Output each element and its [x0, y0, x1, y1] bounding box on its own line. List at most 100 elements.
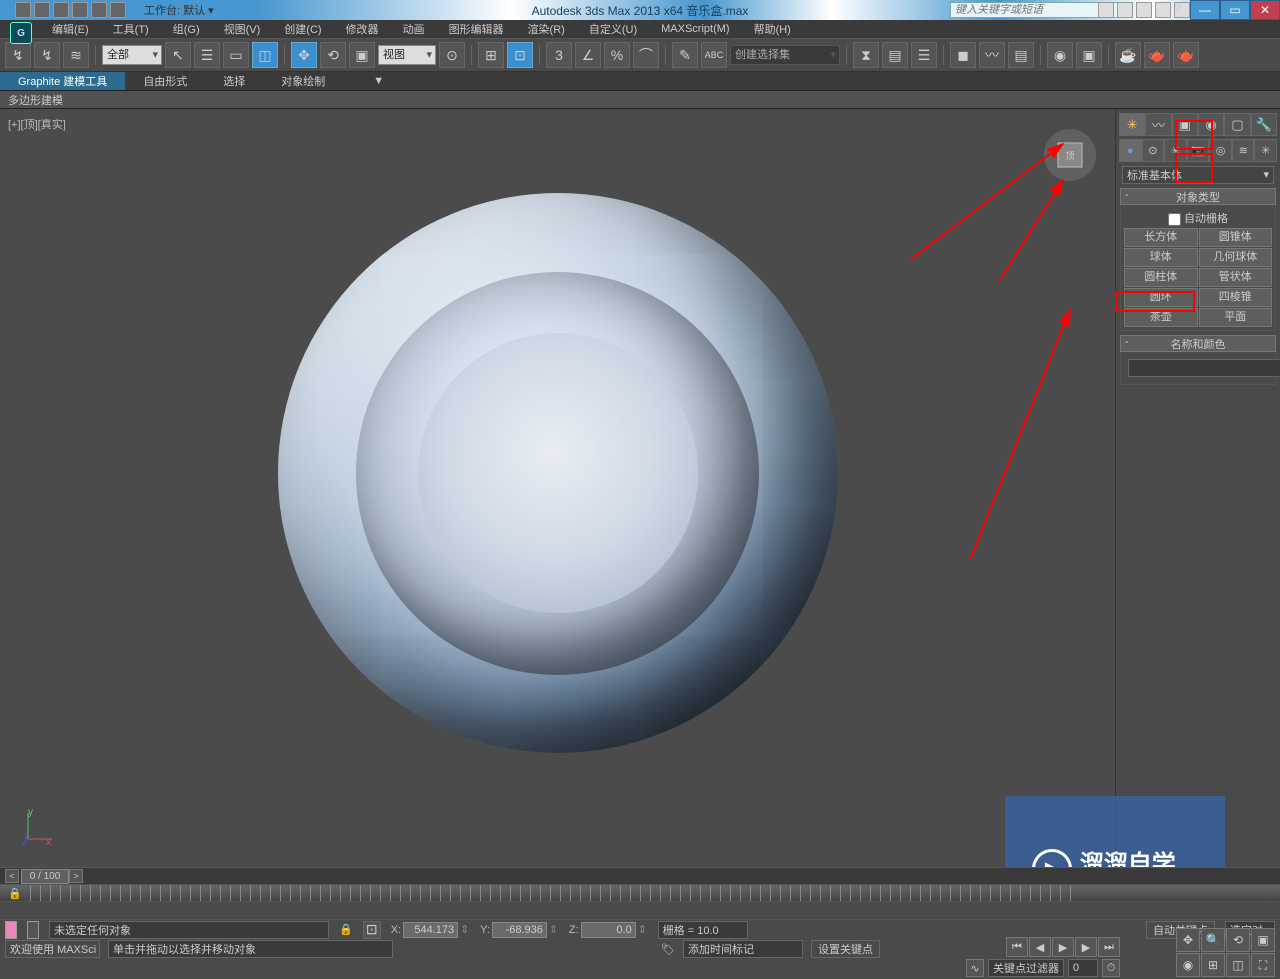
activeshade-icon[interactable]: 🫖	[1173, 42, 1199, 68]
systems-subtab-icon[interactable]: ✳	[1254, 139, 1277, 162]
shapes-subtab-icon[interactable]: ⊙	[1142, 139, 1165, 162]
save-icon[interactable]	[53, 2, 69, 18]
primitive-torus[interactable]: 圆环	[1124, 288, 1198, 307]
snap-3-icon[interactable]: 3	[546, 42, 572, 68]
unlink-icon[interactable]: ↯	[5, 42, 31, 68]
lights-subtab-icon[interactable]: ☀	[1164, 139, 1187, 162]
keyshot-icon[interactable]: ⊡	[507, 42, 533, 68]
search-input[interactable]	[950, 2, 1120, 18]
helpers-subtab-icon[interactable]: ◎	[1209, 139, 1232, 162]
menu-edit[interactable]: 编辑(E)	[40, 21, 101, 37]
modify-tab-icon[interactable]: 〰	[1145, 113, 1171, 136]
primitive-sphere[interactable]: 球体	[1124, 248, 1198, 267]
scale-icon[interactable]: ▣	[349, 42, 375, 68]
hierarchy-tab-icon[interactable]: ▣	[1172, 113, 1198, 136]
workspace-dropdown[interactable]: 工作台: 默认	[144, 2, 205, 18]
key-mode-icon[interactable]	[5, 921, 17, 939]
spinner-snap-icon[interactable]: ⌒	[633, 42, 659, 68]
time-config-icon[interactable]: ⏱	[1102, 959, 1120, 977]
prev-frame-icon[interactable]: <	[5, 869, 19, 883]
menu-create[interactable]: 创建(C)	[272, 21, 333, 37]
next-key-icon[interactable]: ▶	[1075, 937, 1097, 957]
material-editor-icon[interactable]: ▤	[1008, 42, 1034, 68]
prev-key-icon[interactable]: ◀	[1029, 937, 1051, 957]
category-dropdown[interactable]: 标准基本体	[1122, 166, 1274, 184]
track-bar[interactable]: 🔒	[0, 884, 1280, 901]
help-icon[interactable]: ?	[1174, 2, 1190, 18]
project-icon[interactable]	[110, 2, 126, 18]
menu-customize[interactable]: 自定义(U)	[577, 21, 649, 37]
lock-icon[interactable]: 🔒	[8, 887, 22, 900]
orbit-icon[interactable]: ⟲	[1226, 928, 1250, 952]
graphite-panel-label[interactable]: 多边形建模	[0, 91, 1280, 109]
zoom-icon[interactable]: 🔍	[1201, 928, 1225, 952]
z-coord-input[interactable]: 0.0	[581, 922, 636, 938]
redo-icon[interactable]	[91, 2, 107, 18]
rendered-frame-icon[interactable]: ▣	[1076, 42, 1102, 68]
geometry-subtab-icon[interactable]: ●	[1119, 139, 1142, 162]
y-coord-input[interactable]: -68.936	[492, 922, 547, 938]
zoom-extents-icon[interactable]: ◉	[1176, 953, 1200, 977]
new-icon[interactable]	[15, 2, 31, 18]
render-production-icon[interactable]: ☕	[1115, 42, 1141, 68]
primitive-geosphere[interactable]: 几何球体	[1199, 248, 1273, 267]
maxscript-listener[interactable]: 欢迎使用 MAXSci	[5, 940, 100, 958]
lock-selection-icon[interactable]: 🔒	[339, 923, 353, 936]
region-zoom-icon[interactable]: ◫	[1226, 953, 1250, 977]
display-tab-icon[interactable]: ▢	[1224, 113, 1250, 136]
spelling-icon[interactable]: ABC	[701, 42, 727, 68]
create-tab-icon[interactable]: ✳	[1119, 113, 1145, 136]
edit-named-sel-icon[interactable]: ✎	[672, 42, 698, 68]
play-icon[interactable]: ▶	[1052, 937, 1074, 957]
open-icon[interactable]	[34, 2, 50, 18]
manipulate-icon[interactable]: ⊞	[478, 42, 504, 68]
selection-filter-combo[interactable]: 全部	[102, 45, 162, 65]
primitive-box[interactable]: 长方体	[1124, 228, 1198, 247]
primitive-cone[interactable]: 圆锥体	[1199, 228, 1273, 247]
menu-group[interactable]: 组(G)	[161, 21, 212, 37]
primitive-tube[interactable]: 管状体	[1199, 268, 1273, 287]
isolate-icon[interactable]: ⊡	[363, 921, 381, 939]
app-logo[interactable]: G	[10, 22, 32, 44]
utilities-tab-icon[interactable]: 🔧	[1251, 113, 1277, 136]
render-iterative-icon[interactable]: 🫖	[1144, 42, 1170, 68]
key-graph-icon[interactable]: ∿	[966, 959, 984, 977]
key-mode2-icon[interactable]	[27, 921, 39, 939]
ref-coord-combo[interactable]: 视图	[378, 45, 436, 65]
ribbon-tab-selection[interactable]: 选择	[205, 72, 263, 90]
primitive-pyramid[interactable]: 四棱锥	[1199, 288, 1273, 307]
ribbon-tab-paint[interactable]: 对象绘制	[263, 72, 343, 90]
max-toggle-icon[interactable]: ⛶	[1251, 953, 1275, 977]
minimize-button[interactable]: —	[1190, 0, 1220, 20]
sign-in-icon[interactable]	[1117, 2, 1133, 18]
viewport-label[interactable]: [+][顶][真实]	[8, 116, 66, 132]
mirror-icon[interactable]: ⧗	[853, 42, 879, 68]
infocenter-icon[interactable]	[1098, 2, 1114, 18]
named-selection-combo[interactable]: 创建选择集	[730, 45, 840, 65]
bind-icon[interactable]: ≋	[63, 42, 89, 68]
viewcube[interactable]: 顶	[1040, 125, 1100, 185]
menu-help[interactable]: 帮助(H)	[742, 21, 803, 37]
select-icon[interactable]: ↖	[165, 42, 191, 68]
rollout-name-color[interactable]: -名称和颜色	[1120, 335, 1276, 352]
viewport[interactable]: [+][顶][真实] 顶 yxz	[0, 110, 1115, 867]
menu-tools[interactable]: 工具(T)	[101, 21, 161, 37]
render-setup-icon[interactable]: ◉	[1047, 42, 1073, 68]
angle-snap-icon[interactable]: ∠	[575, 42, 601, 68]
menu-modifier[interactable]: 修改器	[334, 21, 391, 37]
link-icon[interactable]: ↯	[34, 42, 60, 68]
window-crossing-icon[interactable]: ◫	[252, 42, 278, 68]
fov-icon[interactable]: ▣	[1251, 928, 1275, 952]
curve-editor-icon[interactable]: ◼	[950, 42, 976, 68]
key-filter-button[interactable]: 关键点过滤器	[988, 959, 1064, 977]
move-icon[interactable]: ✥	[291, 42, 317, 68]
favorites-icon[interactable]	[1155, 2, 1171, 18]
object-name-input[interactable]	[1128, 359, 1280, 377]
schematic-icon[interactable]: 〰	[979, 42, 1005, 68]
undo-icon[interactable]	[72, 2, 88, 18]
set-key-button[interactable]: 设置关键点	[811, 940, 880, 958]
align-icon[interactable]: ▤	[882, 42, 908, 68]
goto-start-icon[interactable]: ⏮	[1006, 937, 1028, 957]
primitive-teapot[interactable]: 茶壶	[1124, 308, 1198, 327]
menu-graph[interactable]: 图形编辑器	[437, 21, 516, 37]
